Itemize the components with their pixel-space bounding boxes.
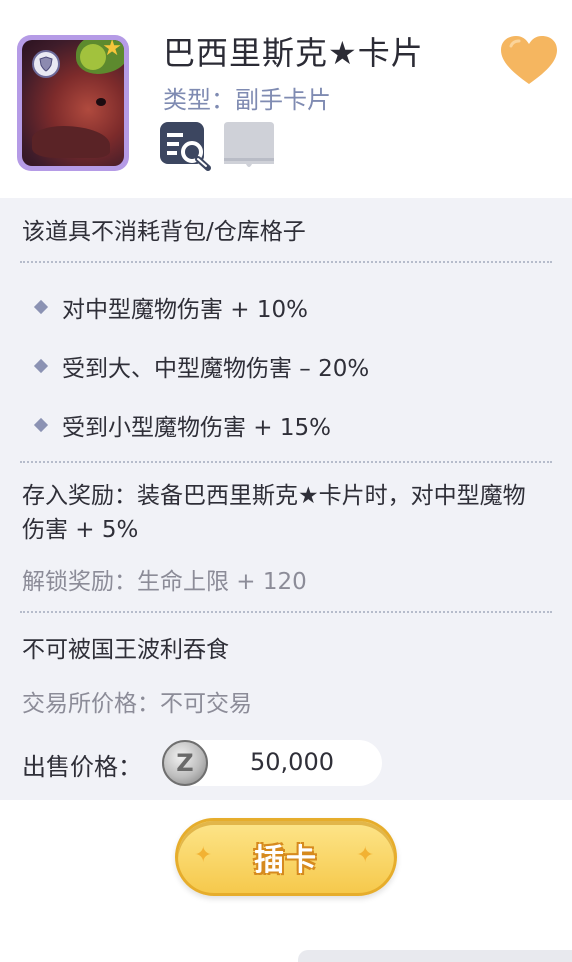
unlock-reward: 解锁奖励：生命上限 + 120 (22, 569, 307, 595)
sparkle-icon: ✦ (356, 843, 375, 868)
item-type: 类型：副手卡片 (163, 86, 331, 114)
item-header: ★ 巴西里斯克★卡片 类型：副手卡片 (0, 0, 572, 198)
stat-text: 受到大、中型魔物伤害 – 20% (62, 356, 370, 382)
bullet-diamond-icon (33, 358, 49, 374)
bottom-panel-edge (298, 950, 572, 962)
stat-text: 受到小型魔物伤害 + 15% (62, 415, 332, 441)
stat-line: 受到大、中型魔物伤害 – 20% (33, 349, 370, 383)
sparkle-icon: ✦ (194, 843, 213, 868)
storage-note: 该道具不消耗背包/仓库格子 (22, 219, 306, 245)
divider (20, 461, 552, 463)
stat-line: 对中型魔物伤害 + 10% (33, 290, 309, 324)
item-name: 巴西里斯克★卡片 (163, 34, 424, 72)
sell-price-label: 出售价格： (22, 752, 142, 781)
bullet-diamond-icon (33, 299, 49, 315)
restriction-note: 不可被国王波利吞食 (22, 637, 229, 663)
card-artwork: ★ (22, 40, 124, 166)
bullet-diamond-icon (33, 417, 49, 433)
star-icon: ★ (102, 40, 122, 61)
divider (20, 261, 552, 263)
heart-icon[interactable] (499, 34, 559, 88)
insert-card-label: 插卡 (254, 843, 318, 878)
item-info-panel: 该道具不消耗背包/仓库格子 对中型魔物伤害 + 10% 受到大、中型魔物伤害 –… (0, 198, 572, 800)
sell-price-value: 50,000 (250, 748, 334, 776)
exchange-price: 交易所价格：不可交易 (22, 691, 252, 717)
card-thumbnail[interactable]: ★ (17, 35, 129, 171)
shield-icon (32, 50, 60, 78)
book-icon[interactable] (222, 120, 276, 172)
deposit-reward: 存入奖励：装备巴西里斯克★卡片时，对中型魔物伤害 + 5% (22, 483, 526, 543)
preview-search-icon[interactable] (158, 120, 212, 172)
divider (20, 611, 552, 613)
stat-text: 对中型魔物伤害 + 10% (62, 297, 309, 323)
sell-price-row: 出售价格： Z 50,000 (22, 740, 382, 788)
stat-line: 受到小型魔物伤害 + 15% (33, 408, 332, 442)
insert-card-button[interactable]: ✦ 插卡 ✦ (175, 818, 397, 896)
zeny-coin-icon: Z (162, 740, 208, 786)
